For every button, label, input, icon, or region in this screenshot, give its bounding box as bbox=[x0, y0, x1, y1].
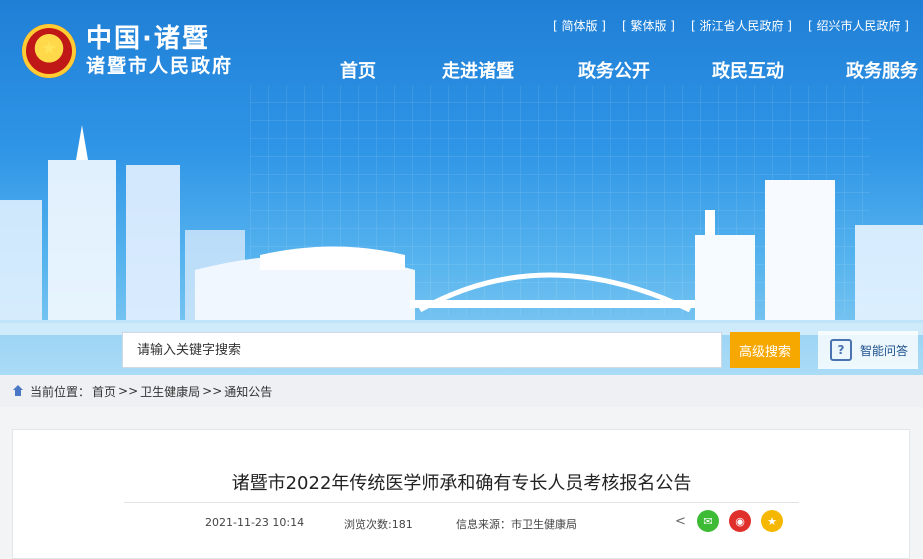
breadcrumb: 当前位置： 首页 >> 卫生健康局 >> 通知公告 bbox=[0, 375, 923, 407]
search-box[interactable] bbox=[122, 332, 722, 368]
breadcrumb-separator: >> bbox=[202, 384, 223, 398]
nav-about[interactable]: 走进诸暨 bbox=[442, 57, 514, 83]
breadcrumb-dept[interactable]: 卫生健康局 bbox=[140, 383, 200, 400]
logo-title: 中国·诸暨 bbox=[86, 23, 210, 54]
weibo-icon[interactable]: ◉ bbox=[729, 510, 751, 532]
nav-home[interactable]: 首页 bbox=[340, 57, 376, 83]
article-views: 浏览次数:181 bbox=[344, 518, 413, 531]
main-nav: 首页 走进诸暨 政务公开 政民互动 政务服务 bbox=[340, 57, 923, 83]
nav-services[interactable]: 政务服务 bbox=[846, 57, 918, 83]
breadcrumb-prefix: 当前位置： bbox=[30, 384, 91, 399]
qa-icon: ? bbox=[830, 339, 852, 361]
city-skyline-illustration bbox=[0, 125, 923, 335]
share-bar: < ✉ ◉ ★ bbox=[675, 510, 783, 532]
favorite-icon[interactable]: ★ bbox=[761, 510, 783, 532]
wechat-icon[interactable]: ✉ bbox=[697, 510, 719, 532]
link-simplified[interactable]: [ 简体版 ] bbox=[553, 17, 606, 34]
home-icon bbox=[12, 385, 24, 397]
nav-interaction[interactable]: 政民互动 bbox=[712, 57, 784, 83]
advanced-search-button[interactable]: 高级搜索 bbox=[730, 332, 800, 368]
link-shaoxing-gov[interactable]: [ 绍兴市人民政府 ] bbox=[808, 17, 909, 34]
smart-qa-label: 智能问答 bbox=[860, 343, 909, 358]
link-traditional[interactable]: [ 繁体版 ] bbox=[622, 17, 675, 34]
smart-qa-button[interactable]: ? 智能问答 bbox=[818, 331, 918, 369]
site-logo[interactable]: 中国·诸暨 诸暨市人民政府 bbox=[22, 24, 233, 78]
breadcrumb-separator: >> bbox=[118, 384, 139, 398]
article-title: 诸暨市2022年传统医学师承和确有专长人员考核报名公告 bbox=[231, 473, 692, 494]
breadcrumb-section[interactable]: 通知公告 bbox=[224, 383, 272, 400]
link-zhejiang-gov[interactable]: [ 浙江省人民政府 ] bbox=[691, 17, 792, 34]
logo-subtitle: 诸暨市人民政府 bbox=[86, 55, 234, 78]
national-emblem-icon bbox=[22, 24, 76, 78]
nav-gov-affairs[interactable]: 政务公开 bbox=[578, 57, 650, 83]
title-divider bbox=[124, 502, 799, 503]
header-banner: [ 简体版 ] [ 繁体版 ] [ 浙江省人民政府 ] [ 绍兴市人民政府 ] … bbox=[0, 0, 923, 375]
breadcrumb-home[interactable]: 首页 bbox=[92, 383, 116, 400]
article-date: 2021-11-23 10:14 bbox=[205, 516, 305, 529]
search-input[interactable] bbox=[123, 333, 721, 367]
share-icon: < bbox=[675, 513, 686, 529]
article-source: 信息来源：市卫生健康局 bbox=[456, 518, 577, 531]
